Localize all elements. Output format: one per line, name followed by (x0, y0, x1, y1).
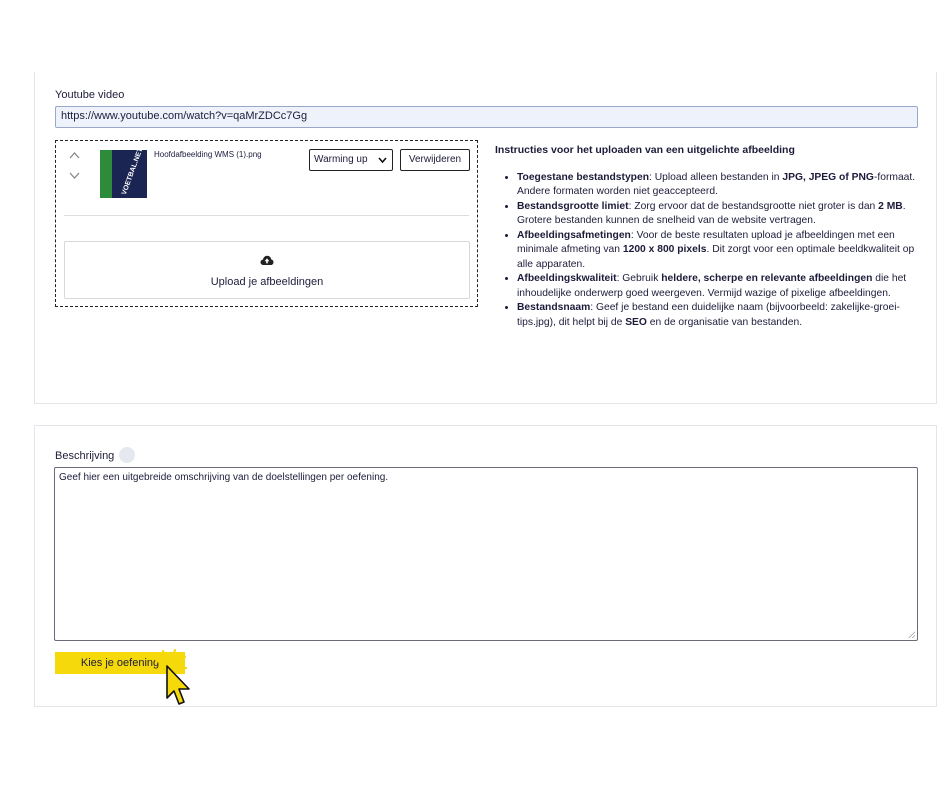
youtube-url-input[interactable]: https://www.youtube.com/watch?v=qaMrZDCc… (55, 106, 918, 128)
divider (64, 215, 469, 216)
resize-handle-icon[interactable] (908, 631, 915, 638)
upload-label: Upload je afbeeldingen (210, 276, 324, 288)
chevron-down-icon (378, 153, 387, 169)
description-text: Geef hier een uitgebreide omschrijving v… (59, 472, 389, 483)
delete-button[interactable]: Verwijderen (400, 149, 470, 171)
image-thumbnail: VOETBAL.NET (100, 150, 147, 198)
youtube-video-label: Youtube video (55, 89, 125, 101)
list-item: Bestandsnaam: Geef je bestand een duidel… (517, 301, 925, 330)
chevron-up-icon[interactable] (69, 151, 80, 162)
list-item: Afbeeldingskwaliteit: Gebruik heldere, s… (517, 272, 925, 301)
media-card: Youtube video https://www.youtube.com/wa… (34, 72, 937, 404)
category-select[interactable]: Warming up (309, 149, 393, 171)
instructions-title: Instructies voor het uploaden van een ui… (495, 144, 795, 156)
description-label: Beschrijving (55, 450, 115, 462)
cloud-upload-icon (65, 254, 469, 269)
file-name: Hoofdafbeelding WMS (1).png (154, 150, 262, 159)
upload-images-button[interactable]: Upload je afbeeldingen (64, 241, 470, 299)
instructions-list: Toegestane bestandstypen: Upload alleen … (495, 171, 925, 331)
help-icon[interactable] (119, 447, 135, 463)
list-item: Bestandsgrootte limiet: Zorg ervoor dat … (517, 200, 925, 229)
pointer-cursor-icon (153, 648, 199, 715)
list-item: Afbeeldingsafmetingen: Voor de beste res… (517, 229, 925, 273)
image-dropzone[interactable]: VOETBAL.NET Hoofdafbeelding WMS (1).png … (55, 140, 478, 307)
list-item: Toegestane bestandstypen: Upload alleen … (517, 171, 925, 200)
category-select-value: Warming up (314, 154, 368, 165)
chevron-down-icon[interactable] (69, 172, 80, 183)
thumbnail-logo-text: VOETBAL.NET (120, 150, 145, 196)
description-textarea[interactable]: Geef hier een uitgebreide omschrijving v… (54, 467, 918, 641)
upload-instructions: Instructies voor het uploaden van een ui… (495, 143, 925, 330)
